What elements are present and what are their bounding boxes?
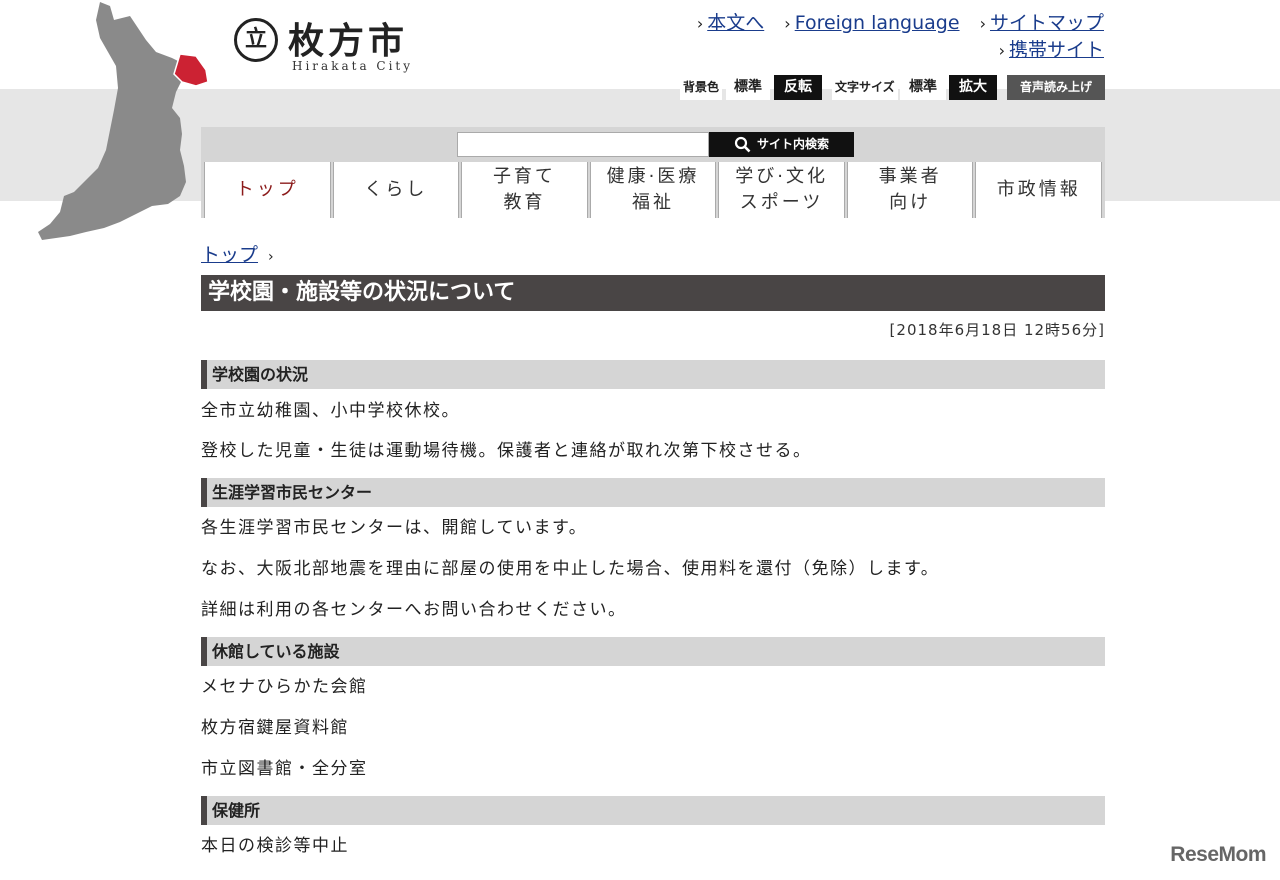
- page-title: 学校園・施設等の状況について: [201, 275, 1105, 311]
- nav-label: 子育て: [492, 166, 556, 187]
- nav-label-2: 教育: [503, 192, 546, 213]
- chevron-right-icon: ›: [998, 41, 1005, 60]
- chevron-right-icon: ›: [979, 14, 986, 33]
- section-paragraph: 市立図書館・全分室: [201, 759, 368, 779]
- search-button[interactable]: サイト内検索: [709, 132, 854, 157]
- nav-label-2: 向け: [889, 192, 932, 213]
- font-standard-button[interactable]: 標準: [900, 75, 946, 100]
- city-emblem-icon: 立: [234, 18, 278, 62]
- section-heading-health-center: 保健所: [201, 796, 1105, 825]
- section-heading-learning-centers: 生涯学習市民センター: [201, 478, 1105, 507]
- breadcrumb-home-link[interactable]: トップ: [201, 244, 258, 266]
- utility-links: › 本文へ › Foreign language › サイトマップ › 携帯サイト: [683, 10, 1104, 64]
- bg-standard-button[interactable]: 標準: [726, 75, 770, 100]
- nav-label: 市政情報: [996, 179, 1081, 200]
- accessibility-tools: 背景色 標準 反転 文字サイズ 標準 拡大 音声読み上げ: [0, 75, 1280, 100]
- bg-invert-button[interactable]: 反転: [774, 75, 822, 100]
- publish-date: [2018年6月18日 12時56分]: [889, 321, 1105, 339]
- search-input[interactable]: [457, 132, 709, 157]
- nav-item-city-info[interactable]: 市政情報: [975, 162, 1103, 218]
- global-navigation: トップ くらし 子育て教育 健康·医療福祉 学び·文化スポーツ 事業者向け 市政…: [201, 162, 1105, 218]
- foreign-language-link[interactable]: Foreign language: [795, 12, 960, 34]
- section-paragraph: 本日の検診等中止: [201, 836, 349, 856]
- logo-name-ja: 枚方市: [288, 20, 409, 62]
- resemom-watermark: ReseMom: [1170, 843, 1266, 866]
- section-paragraph: 枚方宿鍵屋資料館: [201, 718, 349, 738]
- section-paragraph: なお、大阪北部地震を理由に部屋の使用を中止した場合、使用料を還付（免除）します。: [201, 559, 940, 579]
- voice-reader-button[interactable]: 音声読み上げ: [1007, 75, 1105, 100]
- nav-item-health-welfare[interactable]: 健康·医療福祉: [589, 162, 717, 218]
- breadcrumb: トップ ›: [201, 240, 274, 267]
- section-paragraph: 詳細は利用の各センターへお問い合わせください。: [201, 600, 627, 620]
- font-size-label: 文字サイズ: [832, 75, 898, 100]
- section-paragraph: 全市立幼稚園、小中学校休校。: [201, 401, 460, 421]
- search-button-label: サイト内検索: [756, 137, 829, 151]
- nav-label-2: 福祉: [632, 192, 675, 213]
- section-paragraph: 登校した児童・生徒は運動場待機。保護者と連絡が取れ次第下校させる。: [201, 441, 812, 461]
- font-large-button[interactable]: 拡大: [949, 75, 997, 100]
- section-heading-closed-facilities: 休館している施設: [201, 637, 1105, 666]
- section-paragraph: 各生涯学習市民センターは、開館しています。: [201, 518, 588, 538]
- logo-name-en: Hirakata City: [292, 59, 414, 73]
- nav-label: 事業者: [878, 166, 942, 187]
- bg-color-label: 背景色: [680, 75, 723, 100]
- osaka-map-shape: [38, 2, 186, 240]
- chevron-right-icon: ›: [696, 14, 704, 33]
- nav-item-living[interactable]: くらし: [332, 162, 460, 218]
- nav-label: くらし: [364, 179, 428, 200]
- sitemap-link[interactable]: サイトマップ: [990, 12, 1104, 34]
- nav-item-learning-culture[interactable]: 学び·文化スポーツ: [718, 162, 845, 218]
- chevron-right-icon: ›: [784, 14, 791, 33]
- osaka-prefecture-map: [38, 2, 209, 240]
- section-paragraph: メセナひらかた会館: [201, 677, 368, 697]
- skip-to-content-link[interactable]: 本文へ: [707, 12, 764, 34]
- section-heading-schools: 学校園の状況: [201, 360, 1105, 389]
- nav-item-top[interactable]: トップ: [204, 162, 331, 218]
- site-search-bar: サイト内検索: [201, 127, 1105, 162]
- nav-item-business[interactable]: 事業者 向け: [846, 162, 974, 218]
- search-icon: [734, 136, 751, 153]
- mobile-site-link[interactable]: 携帯サイト: [1009, 39, 1104, 61]
- nav-item-childcare-education[interactable]: 子育て 教育: [461, 162, 588, 218]
- nav-label: トップ: [235, 179, 299, 200]
- nav-label: 健康·医療: [606, 166, 700, 187]
- nav-label-2: スポーツ: [739, 192, 824, 213]
- breadcrumb-separator: ›: [268, 249, 274, 265]
- nav-label: 学び·文化: [735, 166, 828, 187]
